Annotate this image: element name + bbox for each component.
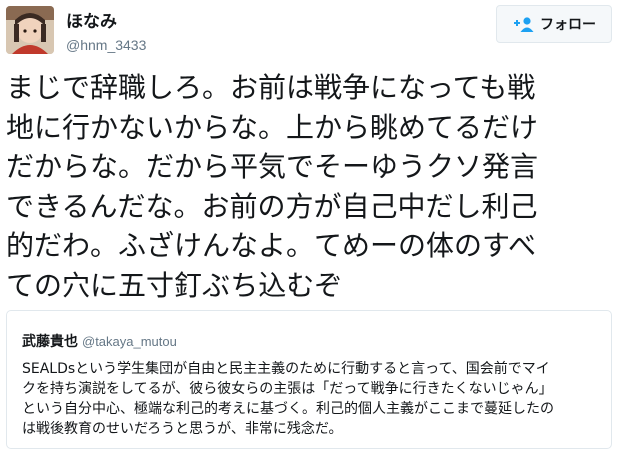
quoted-text-line: という自分中心、極端な利己的考えに基づく。利己的個人主義がここまで蔓延したの (22, 401, 554, 417)
quoted-text-line: SEALDsという学生集団が自由と民主主義のために行動すると言って、国会前でマイ (22, 361, 550, 377)
tweet-text-line: できるんだな。お前の方が自己中だし利己 (6, 189, 538, 223)
quoted-text-line: クを持ち演説をしてるが、彼ら彼女らの主張は「だって戦争に行きたくないじゃん」 (22, 381, 553, 397)
quoted-text-line: は戦後教育のせいだろうと思うが、非常に残念だ。 (22, 421, 343, 437)
quoted-tweet-text: SEALDsという学生集団が自由と民主主義のために行動すると言って、国会前でマイ… (22, 359, 606, 439)
tweet-text-line: 的だわ。ふざけんなよ。てめーの体のすべ (6, 229, 537, 262)
tweet-text: まじで辞職しろ。お前は戦争になっても戦 地に行かないからな。上から眺めてるだけ … (6, 68, 612, 305)
quoted-user-handle: @takaya_mutou (82, 334, 177, 349)
tweet-text-line: ての穴に五寸釘ぶち込むぞ (6, 268, 343, 302)
add-person-icon (512, 16, 534, 32)
tweet-text-line: まじで辞職しろ。お前は戦争になっても戦 (6, 71, 536, 104)
tweet-header: ほなみ @hnm_3433 フォロー (0, 0, 618, 62)
user-handle[interactable]: @hnm_3433 (66, 36, 146, 54)
author-names: ほなみ @hnm_3433 (66, 12, 146, 54)
quoted-tweet[interactable]: 武藤貴也 @takaya_mutou SEALDsという学生集団が自由と民主主義… (6, 310, 612, 449)
follow-button-label: フォロー (540, 17, 596, 33)
tweet-text-line: だからな。だから平気でそーゆうクソ発言 (6, 150, 539, 183)
follow-button[interactable]: フォロー (496, 5, 612, 43)
quoted-tweet-author: 武藤貴也 @takaya_mutou (22, 331, 177, 351)
avatar-image-icon (6, 6, 54, 54)
tweet-text-line: 地に行かないからな。上から眺めてるだけ (6, 110, 539, 144)
quoted-display-name: 武藤貴也 (22, 334, 78, 350)
avatar[interactable] (6, 6, 54, 54)
display-name[interactable]: ほなみ (66, 12, 146, 32)
